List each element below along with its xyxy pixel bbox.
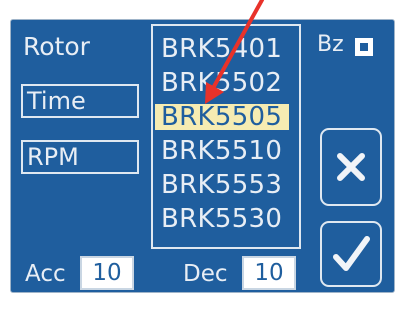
checkmark-icon: [333, 236, 370, 271]
bz-checkbox[interactable]: [355, 38, 373, 56]
time-label: Time: [27, 87, 86, 115]
screenshot-stage: Rotor Time RPM BRK5401 BRK5502 BRK5505 B…: [0, 0, 402, 309]
bz-label: Bz: [317, 32, 344, 57]
rotor-list-item[interactable]: BRK5530: [161, 206, 282, 232]
cropped-caption-text: [12, 0, 23, 16]
cancel-button[interactable]: [320, 128, 382, 206]
dec-input[interactable]: 10: [242, 256, 296, 290]
rotor-list-item[interactable]: BRK5553: [161, 172, 282, 198]
rotor-list-item-selected[interactable]: BRK5505: [155, 104, 289, 130]
bz-checkbox-mark: [360, 43, 368, 51]
rotor-list-item[interactable]: BRK5502: [161, 70, 282, 96]
rpm-field[interactable]: RPM: [21, 140, 139, 174]
acc-input[interactable]: 10: [80, 256, 134, 290]
rotor-list[interactable]: BRK5401 BRK5502 BRK5505 BRK5510 BRK5553 …: [151, 24, 301, 249]
rotor-label: Rotor: [23, 32, 90, 61]
time-field[interactable]: Time: [21, 84, 139, 118]
acc-label: Acc: [25, 261, 66, 287]
confirm-button[interactable]: [320, 221, 382, 287]
dec-label: Dec: [183, 261, 228, 287]
x-icon: [337, 153, 365, 181]
rotor-list-item[interactable]: BRK5401: [161, 36, 282, 62]
rotor-list-item[interactable]: BRK5510: [161, 138, 282, 164]
rpm-label: RPM: [27, 143, 79, 171]
rotor-settings-screen: Rotor Time RPM BRK5401 BRK5502 BRK5505 B…: [10, 19, 395, 293]
